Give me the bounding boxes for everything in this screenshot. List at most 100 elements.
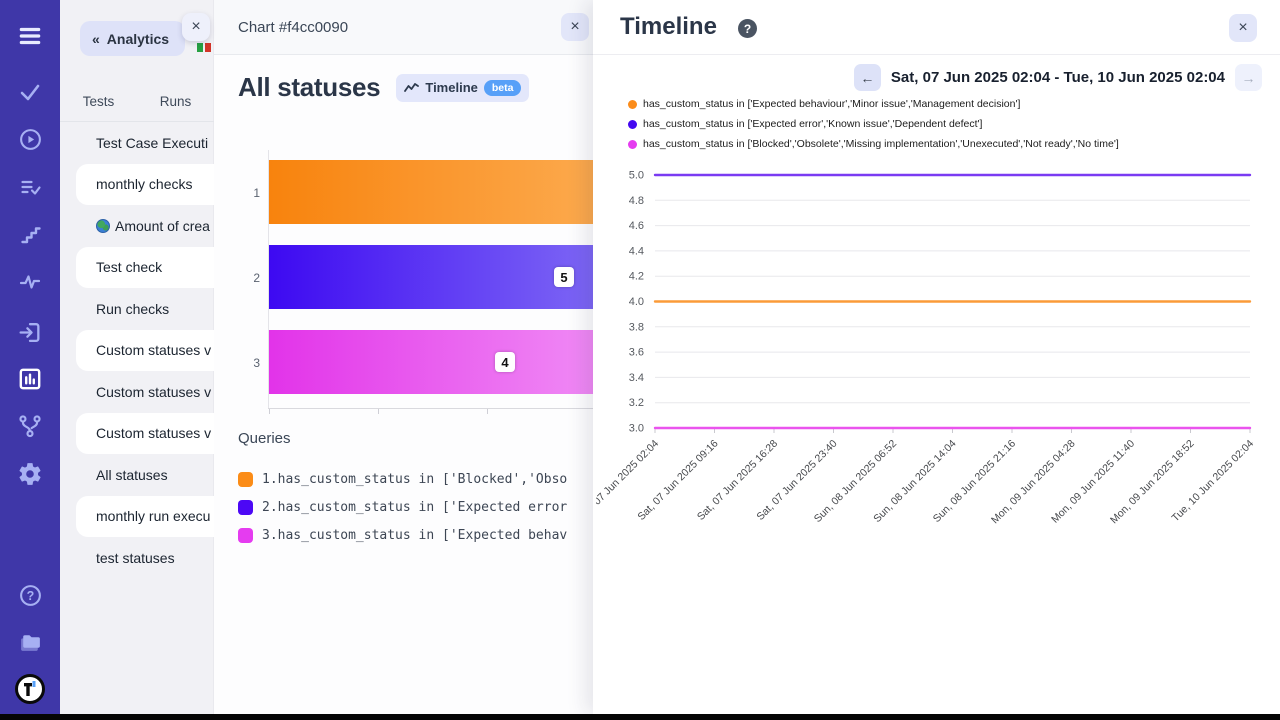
chart-list-item-label: monthly checks (96, 176, 192, 192)
folders-icon[interactable] (0, 627, 60, 657)
legend-label: has_custom_status in ['Expected behaviou… (643, 98, 1020, 110)
help-circle-icon[interactable]: ? (0, 580, 60, 610)
query-color-dot (238, 500, 253, 515)
chart-list-item-label: Custom statuses v (96, 342, 211, 358)
chart-list-item-label: Test check (96, 259, 162, 275)
trend-line-icon (404, 82, 419, 94)
timeline-legend: has_custom_status in ['Expected behaviou… (628, 94, 1268, 154)
statuses-bar-chart[interactable]: 12534 (214, 140, 593, 425)
y-tick-label: 3.0 (629, 423, 644, 435)
chart-list-item[interactable]: monthly run execu (76, 496, 214, 538)
pulse-icon[interactable] (0, 267, 60, 297)
chart-list-item-label: Amount of crea (115, 218, 210, 234)
legend-item[interactable]: has_custom_status in ['Expected error','… (628, 114, 1268, 134)
prev-range-button[interactable]: ← (854, 64, 881, 91)
queries-title: Queries (238, 430, 593, 447)
drawer-tabs: TestsRuns (60, 88, 214, 123)
chart-list-item[interactable]: Custom statuses v (76, 413, 214, 455)
chart-list-item[interactable]: Run checks (60, 288, 214, 330)
drawer-close-button[interactable]: × (182, 13, 210, 41)
chart-list-item[interactable]: Custom statuses v (60, 371, 214, 413)
timeline-close-button[interactable]: × (1229, 14, 1257, 42)
play-circle-icon[interactable] (0, 124, 60, 154)
chart-detail-panel: Chart #f4cc0090 × All statuses Timeline … (214, 0, 593, 714)
chart-list-item-label: test statuses (96, 550, 175, 566)
date-range-nav: ← Sat, 07 Jun 2025 02:04 - Tue, 10 Jun 2… (854, 64, 1262, 91)
chart-list-item[interactable]: Test check (76, 247, 214, 289)
collapse-chevrons-icon: « (92, 31, 100, 47)
steps-icon[interactable] (0, 220, 60, 250)
legend-color-dot (628, 100, 637, 109)
chart-title: All statuses (238, 72, 380, 103)
y-tick-label: 4.8 (629, 195, 644, 207)
bar-category-label: 1 (214, 186, 260, 200)
status-bar[interactable] (269, 330, 593, 394)
y-tick-label: 3.6 (629, 347, 644, 359)
analytics-drawer-title: Analytics (107, 31, 169, 47)
chart-list-item-label: monthly run execu (96, 508, 210, 524)
chart-list-item[interactable]: monthly checks (76, 164, 214, 206)
chart-list-item-label: Run checks (96, 301, 169, 317)
arrow-left-icon: ← (860, 70, 874, 86)
legend-label: has_custom_status in ['Expected error','… (643, 118, 982, 130)
bar-value-label: 5 (554, 267, 574, 287)
legend-item[interactable]: has_custom_status in ['Blocked','Obsolet… (628, 134, 1268, 154)
legend-label: has_custom_status in ['Blocked','Obsolet… (643, 138, 1119, 150)
query-color-dot (238, 472, 253, 487)
query-text: 2.has_custom_status in ['Expected error (262, 500, 567, 515)
tab-tests[interactable]: Tests (60, 88, 137, 123)
menu-icon[interactable] (0, 21, 60, 51)
axis-tick (269, 409, 270, 414)
arrow-right-icon: → (1242, 70, 1256, 86)
check-icon[interactable] (0, 77, 60, 107)
chart-list-item[interactable]: Custom statuses v (76, 330, 214, 372)
chart-list-item[interactable]: Test Case Executi (60, 122, 214, 164)
query-text: 3.has_custom_status in ['Expected behav (262, 528, 567, 543)
y-tick-label: 4.6 (629, 220, 644, 232)
bar-chart-icon[interactable] (0, 364, 60, 394)
app-root: ? « Analytics × TestsRuns Test Case Exec… (0, 0, 1280, 720)
t-logo-icon[interactable] (0, 674, 60, 704)
legend-color-dot (628, 140, 637, 149)
branch-icon[interactable] (0, 411, 60, 441)
legend-item[interactable]: has_custom_status in ['Expected behaviou… (628, 94, 1268, 114)
bottom-black-strip (0, 714, 1280, 720)
axis-tick (487, 409, 488, 414)
y-tick-label: 3.4 (629, 372, 644, 384)
checklist-icon[interactable] (0, 172, 60, 202)
close-icon: × (1238, 19, 1247, 37)
analytics-collapse-button[interactable]: « Analytics (80, 21, 185, 56)
y-tick-label: 4.2 (629, 271, 644, 283)
timeline-panel: Timeline ? × ← Sat, 07 Jun 2025 02:04 - … (593, 0, 1280, 714)
chart-panel-close-button[interactable]: × (561, 13, 589, 41)
analytics-drawer: « Analytics × TestsRuns Test Case Execut… (60, 0, 214, 714)
gear-icon[interactable] (0, 459, 60, 489)
tab-runs[interactable]: Runs (137, 88, 214, 123)
status-bar[interactable] (269, 160, 593, 224)
chart-list-item[interactable]: All statuses (60, 454, 214, 496)
chart-list-item-label: Custom statuses v (96, 425, 211, 441)
y-tick-label: 3.8 (629, 321, 644, 333)
chart-id-title: Chart #f4cc0090 (238, 19, 348, 36)
status-bar[interactable] (269, 245, 593, 309)
bar-category-label: 2 (214, 271, 260, 285)
date-range-label: Sat, 07 Jun 2025 02:04 - Tue, 10 Jun 202… (891, 69, 1225, 86)
query-row: 1.has_custom_status in ['Blocked','Obso (238, 465, 593, 493)
query-text: 1.has_custom_status in ['Blocked','Obso (262, 472, 567, 487)
timeline-line-chart[interactable]: 5.04.84.64.44.24.03.83.63.43.23.0Sat, 07… (596, 162, 1280, 562)
timeline-chip-label: Timeline (425, 80, 478, 95)
globe-icon (96, 219, 110, 233)
left-icon-rail: ? (0, 0, 60, 714)
chart-list-item[interactable]: Amount of crea (60, 205, 214, 247)
chart-list-item[interactable]: test statuses (60, 537, 214, 579)
help-icon[interactable]: ? (738, 19, 757, 38)
import-icon[interactable] (0, 317, 60, 347)
next-range-button[interactable]: → (1235, 64, 1262, 91)
timeline-toggle-button[interactable]: Timeline beta (396, 74, 529, 102)
green-indicator (197, 43, 203, 52)
y-tick-label: 4.4 (629, 245, 644, 257)
query-color-dot (238, 528, 253, 543)
beta-badge: beta (484, 80, 522, 96)
chart-panel-header: Chart #f4cc0090 × (214, 0, 593, 55)
timeline-title: Timeline (620, 13, 717, 41)
